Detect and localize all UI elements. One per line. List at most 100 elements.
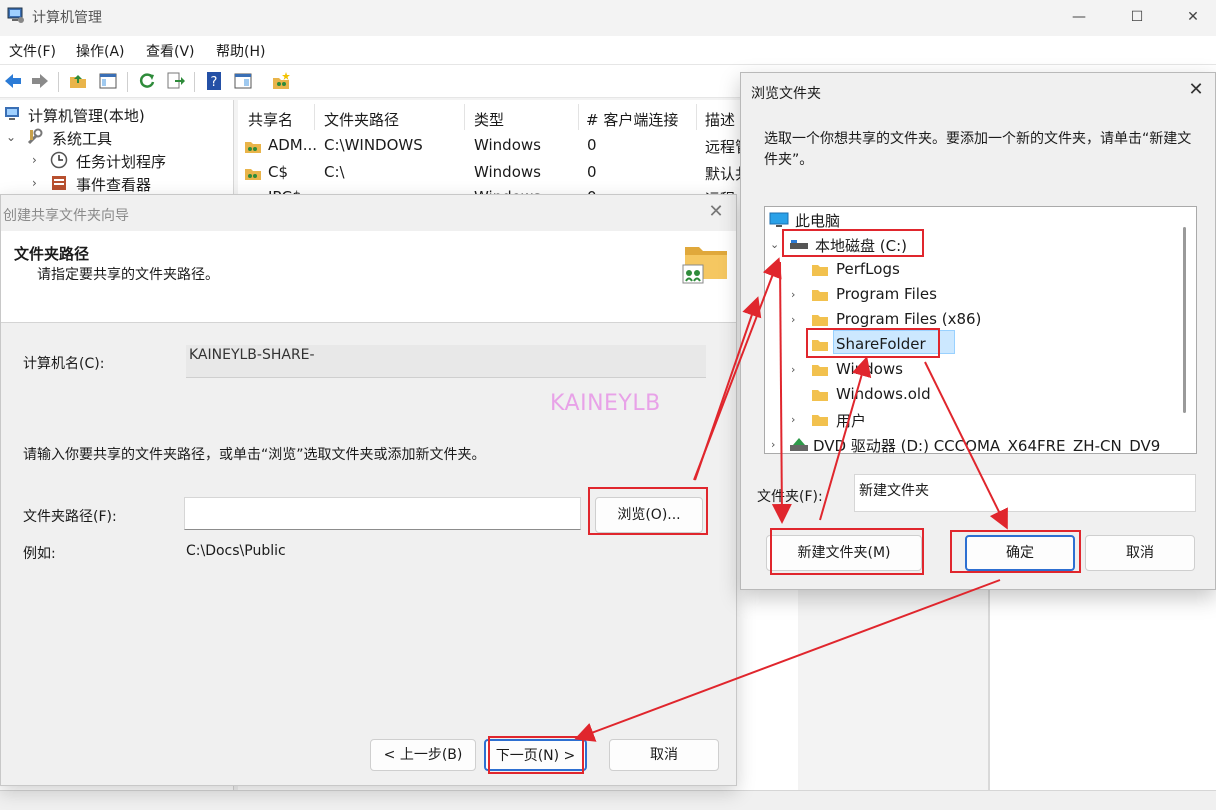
computer-name-field: KAINEYLB-SHARE- bbox=[186, 345, 706, 378]
back-arrow-icon[interactable] bbox=[3, 71, 23, 91]
browse-dialog-title: 浏览文件夹 bbox=[751, 86, 821, 102]
browse-dialog-close-button[interactable]: ✕ bbox=[1181, 79, 1211, 105]
folder-icon bbox=[812, 365, 828, 376]
folder-name-label: 文件夹(F): bbox=[757, 489, 823, 505]
tree-scrollbar[interactable] bbox=[1183, 227, 1186, 413]
dvd-drive-icon bbox=[790, 438, 808, 451]
computer-management-icon bbox=[7, 7, 24, 23]
tree-label-task-scheduler: 任务计划程序 bbox=[76, 153, 167, 171]
wizard-title: 创建共享文件夹向导 bbox=[3, 208, 129, 224]
ok-button[interactable]: 确定 bbox=[965, 535, 1075, 571]
chevron-right-icon[interactable]: › bbox=[771, 438, 775, 451]
drive-icon bbox=[790, 240, 808, 249]
folder-path: C:\WINDOWS bbox=[324, 136, 423, 154]
menu-file[interactable]: 文件(F) bbox=[9, 41, 56, 61]
chevron-right-icon[interactable]: › bbox=[791, 313, 795, 326]
browse-folder-dialog: 浏览文件夹 ✕ 选取一个你想共享的文件夹。要添加一个新的文件夹，请单击“新建文件… bbox=[740, 72, 1216, 590]
share-name: ADM... bbox=[268, 136, 318, 154]
chevron-right-icon[interactable]: › bbox=[32, 153, 37, 167]
tree-label-folder: PerfLogs bbox=[836, 260, 900, 278]
folder-icon bbox=[812, 390, 828, 401]
chevron-down-icon[interactable]: ⌄ bbox=[6, 130, 16, 144]
show-hide-tree-icon[interactable] bbox=[98, 71, 118, 91]
new-share-icon[interactable] bbox=[271, 71, 291, 91]
title-bar: 计算机管理 — ☐ ✕ bbox=[0, 0, 1216, 36]
wizard-header: 文件夹路径 请指定要共享的文件夹路径。 bbox=[1, 231, 736, 323]
watermark-text: KAINEYLB bbox=[550, 391, 661, 416]
column-header-description[interactable]: 描述 bbox=[705, 109, 735, 130]
folder-icon bbox=[812, 290, 828, 301]
browse-cancel-button[interactable]: 取消 bbox=[1085, 535, 1195, 571]
computer-name-label: 计算机名(C): bbox=[23, 356, 105, 372]
shared-folder-icon bbox=[245, 142, 261, 153]
example-label: 例如: bbox=[23, 546, 56, 562]
column-header-share-name[interactable]: 共享名 bbox=[248, 109, 293, 130]
tree-label-system-tools: 系统工具 bbox=[52, 130, 113, 148]
folder-path: C:\ bbox=[324, 163, 345, 181]
status-bar bbox=[0, 790, 1216, 810]
tree-label-folder: Windows bbox=[836, 360, 903, 378]
folder-icon bbox=[812, 415, 828, 426]
event-viewer-icon bbox=[52, 176, 66, 190]
minimize-button[interactable]: — bbox=[1056, 4, 1102, 30]
wizard-subheading: 请指定要共享的文件夹路径。 bbox=[37, 267, 219, 283]
chevron-down-icon[interactable]: ⌄ bbox=[770, 238, 779, 251]
browse-button[interactable]: 浏览(O)... bbox=[595, 497, 703, 533]
chevron-right-icon[interactable]: › bbox=[32, 176, 37, 190]
folder-path-input[interactable] bbox=[184, 497, 581, 530]
menu-help[interactable]: 帮助(H) bbox=[216, 41, 265, 61]
up-folder-icon[interactable] bbox=[68, 71, 88, 91]
close-button[interactable]: ✕ bbox=[1170, 4, 1216, 30]
folder-icon bbox=[812, 340, 828, 351]
column-header-folder-path[interactable]: 文件夹路径 bbox=[324, 109, 399, 130]
tree-label-folder: 用户 bbox=[836, 412, 867, 430]
menu-bar: 文件(F) 操作(A) 查看(V) 帮助(H) bbox=[0, 36, 1216, 64]
tree-label-folder: Program Files (x86) bbox=[836, 310, 982, 328]
menu-view[interactable]: 查看(V) bbox=[146, 41, 195, 61]
actions-pane bbox=[988, 590, 1216, 790]
shared-folder-icon bbox=[245, 169, 261, 180]
export-list-icon[interactable] bbox=[165, 71, 185, 91]
svg-text:?: ? bbox=[211, 75, 218, 90]
tree-label-folder: Windows.old bbox=[836, 385, 931, 403]
maximize-button[interactable]: ☐ bbox=[1114, 4, 1160, 30]
wizard-title-bar: 创建共享文件夹向导 ✕ bbox=[1, 195, 736, 231]
example-value: C:\Docs\Public bbox=[186, 543, 286, 559]
folder-name-input[interactable]: 新建文件夹 bbox=[854, 474, 1196, 512]
chevron-right-icon[interactable]: › bbox=[791, 288, 795, 301]
column-header-client-connections[interactable]: # 客户端连接 bbox=[586, 109, 678, 130]
share-name: C$ bbox=[268, 163, 289, 181]
tree-label-root: 计算机管理(本地) bbox=[28, 107, 145, 125]
chevron-right-icon[interactable]: › bbox=[791, 363, 795, 376]
next-button[interactable]: 下一页(N) > bbox=[484, 739, 587, 771]
browse-instruction: 选取一个你想共享的文件夹。要添加一个新的文件夹，请单击“新建文件夹”。 bbox=[764, 131, 1192, 168]
clock-icon bbox=[50, 151, 68, 169]
new-folder-button[interactable]: 新建文件夹(M) bbox=[766, 535, 922, 571]
tools-icon bbox=[27, 128, 43, 145]
folder-icon bbox=[812, 315, 828, 326]
chevron-right-icon[interactable]: › bbox=[791, 413, 795, 426]
folder-icon bbox=[812, 265, 828, 276]
computer-management-icon bbox=[5, 107, 19, 120]
properties-pane-icon[interactable] bbox=[233, 71, 253, 91]
folder-path-label: 文件夹路径(F): bbox=[23, 509, 117, 525]
share-type: Windows bbox=[474, 136, 541, 154]
tree-label-local-disk: 本地磁盘 (C:) bbox=[815, 237, 907, 255]
back-button[interactable]: < 上一步(B) bbox=[370, 739, 476, 771]
wizard-close-button[interactable]: ✕ bbox=[701, 201, 731, 225]
folder-tree: 此电脑 ⌄ 本地磁盘 (C:) PerfLogs › Program Files… bbox=[764, 206, 1197, 454]
tree-label-this-pc: 此电脑 bbox=[795, 212, 841, 230]
help-icon[interactable]: ? bbox=[204, 71, 224, 91]
column-header-type[interactable]: 类型 bbox=[474, 109, 504, 130]
refresh-icon[interactable] bbox=[137, 71, 157, 91]
share-type: Windows bbox=[474, 163, 541, 181]
client-connections: 0 bbox=[587, 136, 597, 154]
tree-label-sharefolder: ShareFolder bbox=[836, 335, 926, 353]
create-share-wizard: 创建共享文件夹向导 ✕ 文件夹路径 请指定要共享的文件夹路径。 计算机名(C):… bbox=[0, 194, 737, 786]
forward-arrow-icon[interactable] bbox=[30, 71, 50, 91]
tree-label-event-viewer: 事件查看器 bbox=[76, 176, 152, 194]
client-connections: 0 bbox=[587, 163, 597, 181]
wizard-cancel-button[interactable]: 取消 bbox=[609, 739, 719, 771]
wizard-heading: 文件夹路径 bbox=[14, 245, 90, 263]
menu-action[interactable]: 操作(A) bbox=[76, 41, 125, 61]
